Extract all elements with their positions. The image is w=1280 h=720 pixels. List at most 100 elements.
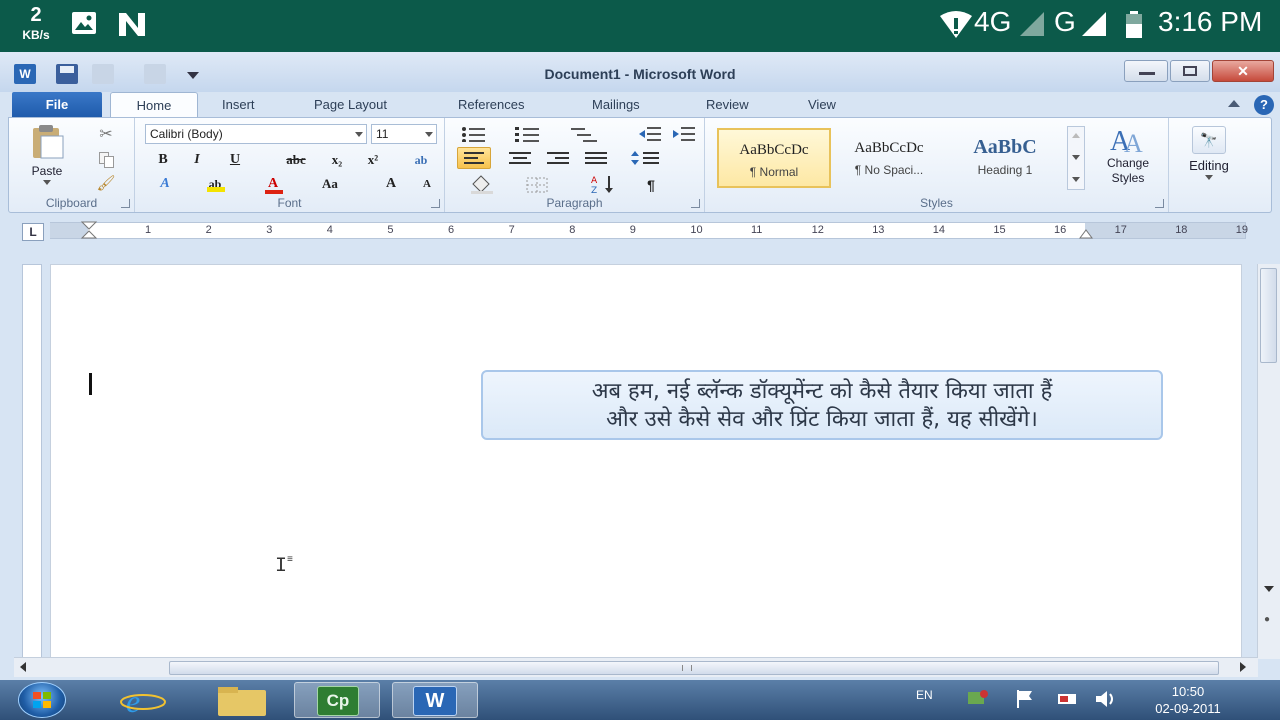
tab-view[interactable]: View	[808, 92, 836, 117]
style-heading-1[interactable]: AaBbC Heading 1	[949, 128, 1061, 188]
tab-file[interactable]: File	[12, 92, 102, 117]
editing-label: Editing	[1173, 158, 1245, 173]
show-formatting-icon[interactable]: ¶	[641, 175, 661, 195]
numbering-icon[interactable]	[515, 126, 543, 142]
volume-icon[interactable]	[1094, 688, 1118, 710]
highlight-icon[interactable]: ab	[205, 174, 225, 194]
font-name-select[interactable]: Calibri (Body)	[145, 124, 367, 144]
change-styles-label: Change Styles	[1093, 156, 1163, 186]
line-spacing-icon[interactable]	[631, 150, 665, 166]
styles-gallery-scroll[interactable]	[1067, 126, 1085, 190]
ruler-strip[interactable]	[50, 222, 1246, 239]
tab-home[interactable]: Home	[110, 92, 198, 117]
word-app[interactable]: W	[392, 682, 478, 718]
scroll-right-icon[interactable]	[1240, 662, 1246, 672]
horizontal-scrollbar[interactable]	[14, 657, 1258, 677]
strikethrough-button[interactable]: abc	[281, 150, 311, 170]
horizontal-scroll-thumb[interactable]	[169, 661, 1219, 675]
tab-mailings[interactable]: Mailings	[592, 92, 640, 117]
tab-selector[interactable]: L	[22, 223, 44, 241]
clipboard-launcher-icon[interactable]	[121, 199, 130, 208]
change-styles-icon: A A	[1108, 122, 1148, 156]
more-styles-icon[interactable]	[1072, 177, 1080, 182]
tutorial-callout: अब हम, नई ब्लॅन्क डॉक्यूमेंन्ट को कैसे त…	[481, 370, 1163, 440]
superscript-button[interactable]: x²	[363, 150, 383, 170]
paste-dropdown-icon[interactable]	[43, 180, 51, 185]
tab-references[interactable]: References	[458, 92, 524, 117]
style-heading-1-name: Heading 1	[949, 163, 1061, 177]
font-group-label: Font	[135, 196, 444, 210]
battery-tray-icon[interactable]	[1056, 688, 1082, 710]
font-color-icon[interactable]: A	[263, 174, 283, 194]
font-size-select[interactable]: 11	[371, 124, 437, 144]
tab-review[interactable]: Review	[706, 92, 749, 117]
paragraph-launcher-icon[interactable]	[691, 199, 700, 208]
language-indicator[interactable]: EN	[916, 688, 933, 702]
clipboard-icon	[27, 124, 67, 160]
network-g-label: G	[1054, 6, 1076, 38]
grow-font-icon[interactable]: A	[381, 174, 401, 194]
font-launcher-icon[interactable]	[431, 199, 440, 208]
bold-button[interactable]: B	[153, 150, 173, 170]
minimize-ribbon-icon[interactable]	[1228, 100, 1240, 107]
ruler-number: 3	[266, 224, 272, 236]
cut-icon[interactable]: ✂	[95, 124, 117, 144]
scroll-down-icon[interactable]	[1264, 586, 1274, 592]
underline-button[interactable]: U	[225, 150, 245, 170]
action-center-flag-icon[interactable]	[1014, 688, 1036, 710]
ruler-number: 16	[1054, 224, 1066, 236]
maximize-button[interactable]	[1170, 60, 1210, 82]
close-button[interactable]: ✕	[1212, 60, 1274, 82]
format-painter-icon[interactable]: 🖌	[95, 174, 117, 194]
style-normal[interactable]: AaBbCcDc ¶ Normal	[717, 128, 831, 188]
shading-icon[interactable]	[469, 174, 499, 194]
paste-button[interactable]: Paste	[17, 122, 77, 192]
network-tray-icon[interactable]	[966, 688, 990, 710]
align-left-button[interactable]	[457, 147, 491, 169]
captivate-app[interactable]: Cp	[294, 682, 380, 718]
align-center-icon[interactable]	[507, 150, 533, 166]
align-right-icon[interactable]	[545, 150, 571, 166]
sort-icon[interactable]: AZ	[591, 174, 617, 194]
style-normal-name: ¶ Normal	[719, 165, 829, 179]
multilevel-list-icon[interactable]	[571, 126, 603, 142]
shrink-font-icon[interactable]: A	[417, 174, 437, 194]
increase-indent-icon[interactable]	[673, 126, 697, 142]
justify-icon[interactable]	[583, 150, 609, 166]
tab-insert[interactable]: Insert	[222, 92, 255, 117]
style-no-spacing[interactable]: AaBbCcDc ¶ No Spaci...	[833, 128, 945, 188]
text-effects-icon[interactable]: A	[155, 174, 175, 194]
system-clock[interactable]: 10:50 02-09-2011	[1138, 683, 1238, 717]
change-case-icon[interactable]: Aa	[315, 174, 345, 194]
start-orb-icon[interactable]	[18, 682, 66, 718]
right-indent-marker-icon[interactable]	[1078, 226, 1094, 240]
ruler-number: 4	[327, 224, 333, 236]
image-icon	[70, 10, 98, 36]
tab-page-layout[interactable]: Page Layout	[314, 92, 387, 117]
change-styles-button[interactable]: A A Change Styles	[1093, 122, 1163, 194]
chevron-down-icon[interactable]	[1072, 155, 1080, 160]
indent-marker-icon[interactable]	[80, 220, 98, 242]
browse-object-icon[interactable]: ●	[1264, 614, 1270, 625]
document-page[interactable]: अब हम, नई ब्लॅन्क डॉक्यूमेंन्ट को कैसे त…	[50, 264, 1242, 659]
subscript-button[interactable]: x₂	[327, 150, 347, 170]
styles-launcher-icon[interactable]	[1155, 199, 1164, 208]
decrease-indent-icon[interactable]	[639, 126, 663, 142]
bullets-icon[interactable]	[461, 126, 489, 142]
editing-button[interactable]: 🔭 Editing	[1173, 122, 1245, 202]
minimize-button[interactable]	[1124, 60, 1168, 82]
scroll-left-icon[interactable]	[20, 662, 26, 672]
file-explorer-icon[interactable]	[198, 682, 284, 718]
italic-button[interactable]: I	[187, 150, 207, 170]
help-icon[interactable]: ?	[1254, 95, 1274, 115]
chevron-up-icon[interactable]	[1072, 133, 1080, 138]
clock-date: 02-09-2011	[1138, 700, 1238, 717]
internet-explorer-icon[interactable]: e	[100, 682, 186, 718]
vertical-scroll-thumb[interactable]	[1260, 268, 1277, 363]
copy-icon[interactable]	[95, 149, 117, 169]
vertical-scrollbar[interactable]: ●	[1257, 264, 1280, 659]
borders-icon[interactable]	[525, 176, 553, 194]
svg-text:A: A	[1124, 129, 1143, 156]
network-speed: 2 KB/s	[16, 4, 56, 42]
clear-formatting-icon[interactable]: ab	[411, 150, 431, 170]
